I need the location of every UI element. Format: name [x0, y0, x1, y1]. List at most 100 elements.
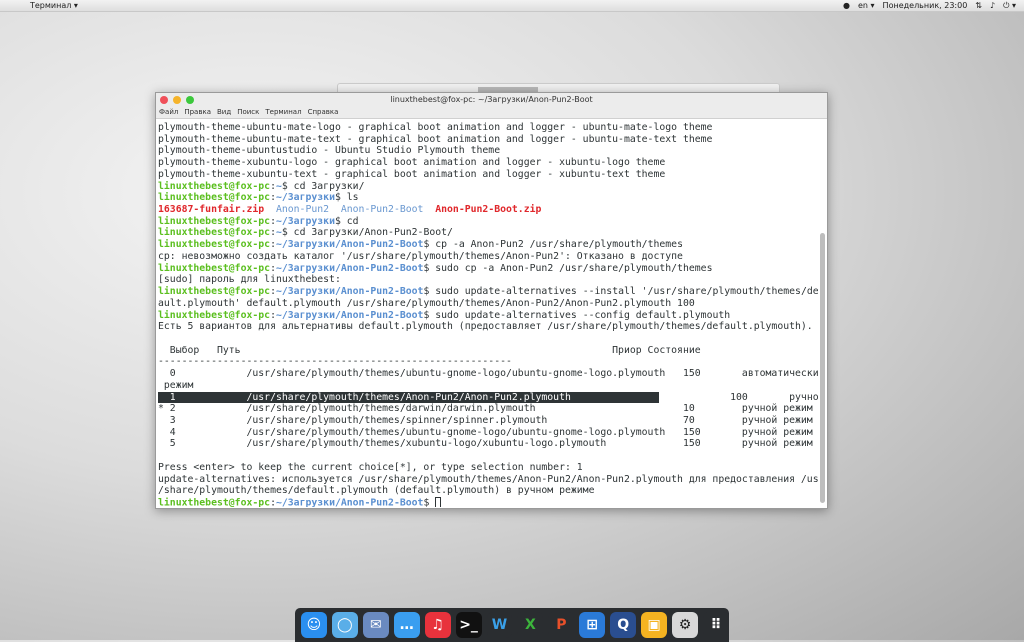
terminal-line: linuxthebest@fox-pc:~$ cd Загрузки/: [158, 181, 818, 193]
output-text: 163687-funfair.zip: [158, 204, 265, 216]
menu-3[interactable]: Поиск: [237, 108, 259, 116]
output-text: [sudo] пароль для linuxthebest:: [158, 274, 341, 286]
minimize-button[interactable]: [173, 96, 181, 104]
terminal-line: plymouth-theme-ubuntu-mate-logo - graphi…: [158, 122, 818, 134]
status-icon[interactable]: ●: [843, 1, 850, 10]
terminal-window[interactable]: linuxthebest@fox-pc: ~/Загрузки/Anon-Pun…: [155, 92, 828, 509]
terminal-line: 0 /usr/share/plymouth/themes/ubuntu-gnom…: [158, 368, 818, 380]
output-text: $ ls: [334, 192, 359, 204]
menu-5[interactable]: Справка: [308, 108, 339, 116]
settings-icon[interactable]: ⚙: [672, 612, 698, 638]
terminal-output[interactable]: plymouth-theme-ubuntu-mate-logo - graphi…: [158, 122, 818, 507]
output-text: /share/plymouth/themes/default.plymouth …: [158, 485, 595, 497]
prompt-path: ~/Загрузки/Anon-Pun2-Boot: [275, 497, 424, 508]
system-monitor-icon[interactable]: ⊞: [579, 612, 606, 638]
menu-2[interactable]: Вид: [217, 108, 231, 116]
quicktime-icon[interactable]: Q: [610, 612, 637, 638]
output-text: cp: невозможно создать каталог '/usr/sha…: [158, 250, 683, 262]
output-text: plymouth-theme-xubuntu-text - graphical …: [158, 168, 666, 180]
terminal-icon[interactable]: >_: [455, 612, 482, 638]
terminal-line: linuxthebest@fox-pc:~/Загрузки/Anon-Pun2…: [158, 497, 818, 507]
output-text: Anon-Pun2-Boot: [340, 204, 424, 216]
terminal-line: [sudo] пароль для linuxthebest:: [158, 274, 818, 286]
output-text: 3 /usr/share/plymouth/themes/spinner/spi…: [158, 414, 813, 426]
output-text: $ cd Загрузки/Anon-Pun2-Boot/: [281, 227, 453, 239]
language-menu[interactable]: en ▾: [858, 1, 875, 10]
terminal-line: Выбор Путь Приор Состояние: [158, 345, 818, 357]
prompt-user: linuxthebest@fox-pc: [158, 262, 271, 274]
powerpoint-icon[interactable]: P: [548, 612, 575, 638]
terminal-line: linuxthebest@fox-pc:~$ cd Загрузки/Anon-…: [158, 227, 818, 239]
output-text: ----------------------------------------…: [158, 356, 512, 368]
terminal-line: linuxthebest@fox-pc:~/Загрузки/Anon-Pun2…: [158, 310, 818, 322]
title-bar[interactable]: linuxthebest@fox-pc: ~/Загрузки/Anon-Pun…: [156, 93, 827, 106]
terminal-line: update-alternatives: используется /usr/s…: [158, 474, 818, 486]
terminal-line: режим: [158, 380, 818, 392]
output-text: Выбор Путь Приор Состояние: [158, 344, 701, 356]
output-text: режим: [158, 379, 194, 391]
apps-grid-icon[interactable]: ⠿: [702, 612, 729, 638]
maximize-button[interactable]: [186, 96, 194, 104]
prompt-path: ~/Загрузки/Anon-Pun2-Boot: [275, 239, 424, 251]
output-text: $ cd Загрузки/: [281, 180, 365, 192]
menu-0[interactable]: Файл: [159, 108, 178, 116]
terminal-line: 1 /usr/share/plymouth/themes/Anon-Pun2/A…: [158, 391, 818, 404]
terminal-line: plymouth-theme-ubuntu-mate-text - graphi…: [158, 134, 818, 146]
prompt-path: ~/Загрузки: [275, 192, 335, 204]
chromium-icon[interactable]: ◯: [331, 612, 358, 638]
network-icon[interactable]: ⇅: [975, 1, 982, 10]
prompt-path: ~/Загрузки: [275, 215, 335, 227]
cursor: [435, 497, 442, 507]
terminal-line: * 2 /usr/share/plymouth/themes/darwin/da…: [158, 403, 818, 415]
app-menu[interactable]: Терминал ▾: [30, 1, 78, 10]
prompt-user: linuxthebest@fox-pc: [158, 215, 271, 227]
terminal-line: 3 /usr/share/plymouth/themes/spinner/spi…: [158, 415, 818, 427]
output-text: $ cd: [334, 215, 359, 227]
terminal-line: Press <enter> to keep the current choice…: [158, 462, 818, 474]
finder-icon[interactable]: ☺: [301, 612, 327, 638]
prompt-user: linuxthebest@fox-pc: [158, 227, 271, 239]
top-panel: Терминал ▾ ● en ▾ Понедельник, 23:00 ⇅ ♪…: [0, 0, 1024, 12]
volume-icon[interactable]: ♪: [990, 1, 995, 10]
terminal-line: ----------------------------------------…: [158, 356, 818, 368]
store-icon[interactable]: ▣: [641, 612, 668, 638]
terminal-line: plymouth-theme-xubuntu-text - graphical …: [158, 169, 818, 181]
music-icon[interactable]: ♫: [424, 612, 451, 638]
terminal-line: 5 /usr/share/plymouth/themes/xubuntu-log…: [158, 438, 818, 450]
clock[interactable]: Понедельник, 23:00: [883, 1, 968, 10]
dock: ☺ ◯ ✉… ♫ >_ W X P ⊞ Q ▣ ⚙ ⠿: [295, 608, 729, 642]
mail-icon[interactable]: ✉: [362, 612, 389, 638]
menu-4[interactable]: Терминал: [265, 108, 301, 116]
prompt-user: linuxthebest@fox-pc: [158, 497, 271, 508]
word-icon[interactable]: W: [486, 612, 513, 638]
excel-icon[interactable]: X: [517, 612, 544, 638]
output-text: Press <enter> to keep the current choice…: [158, 461, 583, 473]
messages-icon[interactable]: …: [393, 612, 420, 638]
scrollbar[interactable]: [820, 233, 825, 503]
output-text: 4 /usr/share/plymouth/themes/ubuntu-gnom…: [158, 426, 813, 438]
output-text: 0 /usr/share/plymouth/themes/ubuntu-gnom…: [158, 368, 818, 380]
terminal-line: 163687-funfair.zip Anon-Pun2 Anon-Pun2-B…: [158, 204, 818, 216]
prompt-user: linuxthebest@fox-pc: [158, 180, 271, 192]
output-text: 5 /usr/share/plymouth/themes/xubuntu-log…: [158, 438, 813, 450]
output-text: plymouth-theme-ubuntu-mate-text - graphi…: [158, 133, 713, 145]
terminal-line: Есть 5 вариантов для альтернативы defaul…: [158, 321, 818, 333]
output-text: update-alternatives: используется /usr/s…: [158, 473, 818, 485]
prompt-user: linuxthebest@fox-pc: [158, 239, 271, 251]
prompt-user: linuxthebest@fox-pc: [158, 192, 271, 204]
terminal-line: ault.plymouth' default.plymouth /usr/sha…: [158, 298, 818, 310]
close-button[interactable]: [160, 96, 168, 104]
prompt-path: ~/Загрузки/Anon-Pun2-Boot: [275, 309, 424, 321]
menu-bar: Файл Правка Вид Поиск Терминал Справка: [156, 106, 827, 119]
output-text: $ sudo update-alternatives --config defa…: [423, 309, 731, 321]
power-icon[interactable]: ⏻ ▾: [1003, 1, 1016, 11]
prompt-user: linuxthebest@fox-pc: [158, 309, 271, 321]
output-text: Anon-Pun2-Boot.zip: [435, 204, 542, 216]
output-text: $ sudo update-alternatives --install '/u…: [423, 286, 818, 298]
menu-1[interactable]: Правка: [184, 108, 211, 116]
terminal-line: plymouth-theme-ubuntustudio - Ubuntu Stu…: [158, 145, 818, 157]
